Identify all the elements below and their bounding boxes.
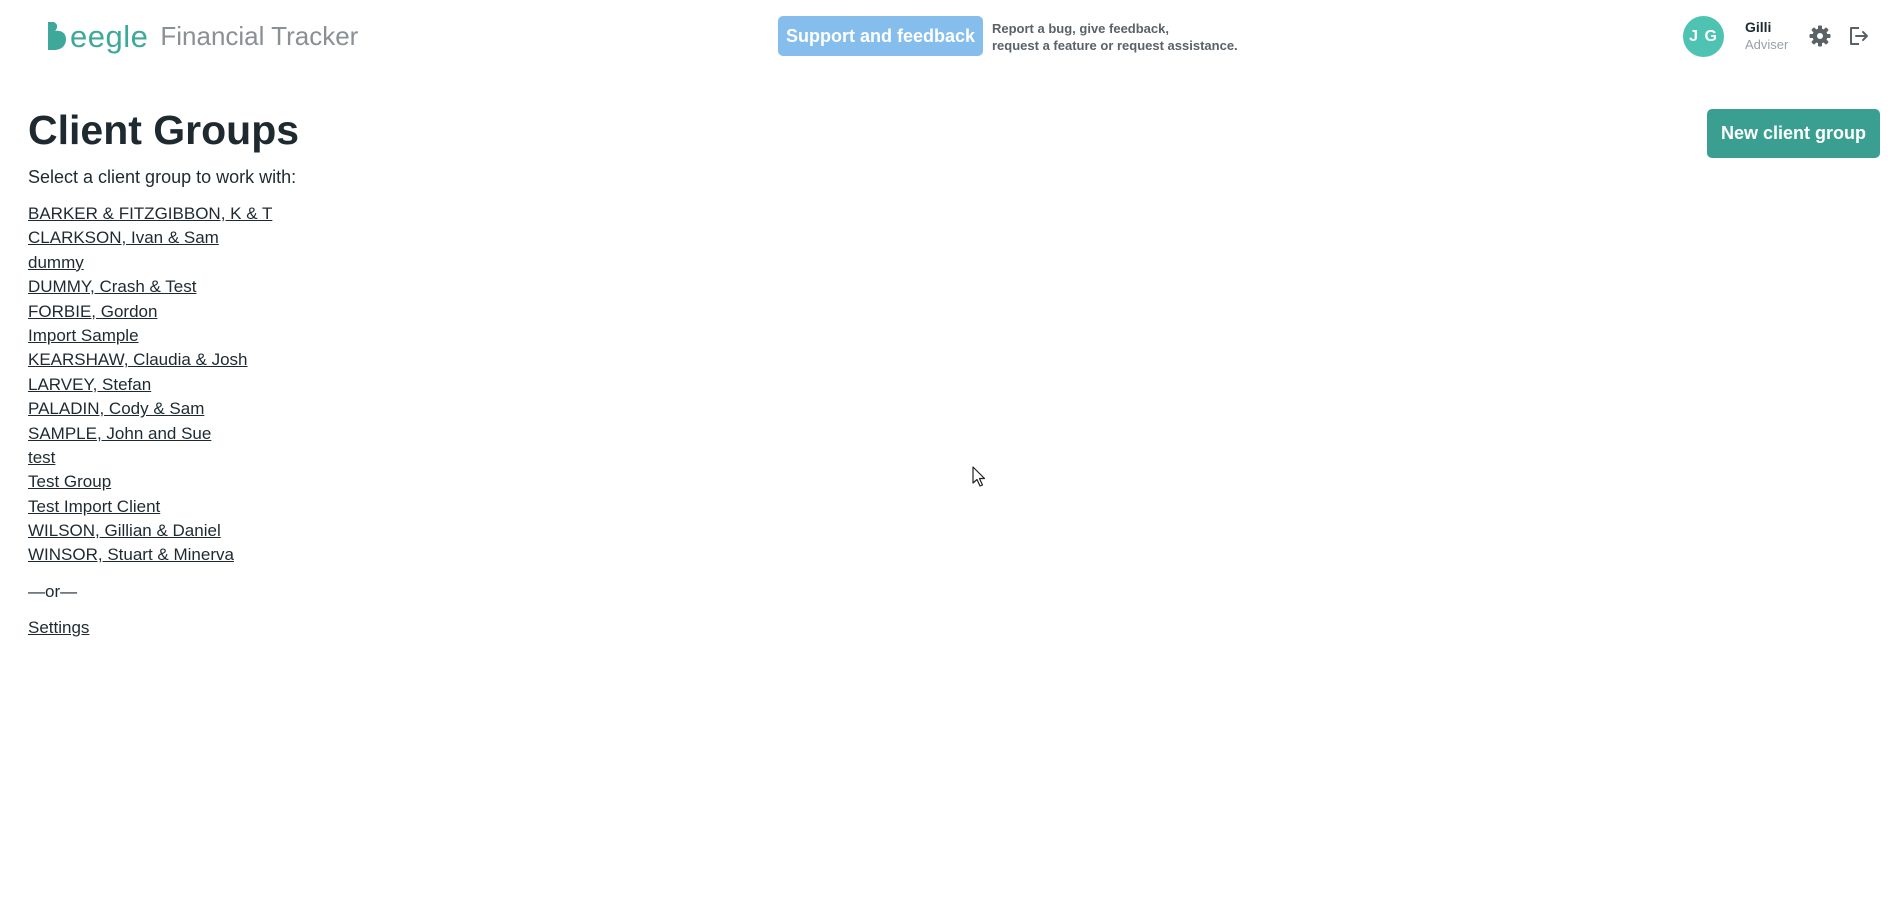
logo-mark-icon: [48, 22, 66, 50]
settings-link[interactable]: Settings: [28, 618, 89, 637]
list-item: LARVEY, Stefan: [28, 373, 299, 397]
avatar[interactable]: J G: [1683, 16, 1724, 57]
list-item: SAMPLE, John and Sue: [28, 422, 299, 446]
gear-icon[interactable]: [1808, 24, 1832, 48]
page-subtitle: Select a client group to work with:: [28, 167, 297, 187]
client-group-link[interactable]: FORBIE, Gordon: [28, 302, 157, 321]
list-item: FORBIE, Gordon: [28, 300, 299, 324]
main-content: Client Groups Select a client group to w…: [28, 104, 299, 641]
list-item: Test Group: [28, 470, 299, 494]
client-group-list: BARKER & FITZGIBBON, K & T CLARKSON, Iva…: [28, 202, 299, 568]
client-group-link[interactable]: dummy: [28, 253, 84, 272]
client-group-link[interactable]: Import Sample: [28, 326, 139, 345]
client-group-link[interactable]: BARKER & FITZGIBBON, K & T: [28, 204, 272, 223]
new-client-group-button[interactable]: New client group: [1707, 109, 1880, 158]
client-group-link[interactable]: WINSOR, Stuart & Minerva: [28, 545, 234, 564]
support-note-line-1: Report a bug, give feedback,: [992, 21, 1169, 36]
logout-icon[interactable]: [1846, 24, 1870, 48]
logo-text: eegle: [70, 18, 149, 54]
user-name: Gilli: [1745, 19, 1772, 35]
support-note: Report a bug, give feedback, request a f…: [992, 20, 1238, 54]
client-group-link[interactable]: CLARKSON, Ivan & Sam: [28, 228, 219, 247]
page-title: Client Groups: [28, 107, 300, 153]
list-item: Test Import Client: [28, 495, 299, 519]
client-group-link[interactable]: LARVEY, Stefan: [28, 375, 151, 394]
client-group-link[interactable]: Test Import Client: [28, 497, 160, 516]
list-item: KEARSHAW, Claudia & Josh: [28, 348, 299, 372]
list-item: BARKER & FITZGIBBON, K & T: [28, 202, 299, 226]
top-bar: eegle Financial Tracker Support and feed…: [0, 0, 1902, 72]
client-group-link[interactable]: test: [28, 448, 55, 467]
client-group-link[interactable]: Test Group: [28, 472, 111, 491]
mouse-cursor-icon: [972, 466, 986, 487]
list-item: test: [28, 446, 299, 470]
list-item: PALADIN, Cody & Sam: [28, 397, 299, 421]
support-note-line-2: request a feature or request assistance.: [992, 38, 1238, 53]
app-logo[interactable]: eegle Financial Tracker: [44, 18, 358, 54]
user-role: Adviser: [1745, 37, 1789, 52]
list-item: Import Sample: [28, 324, 299, 348]
list-item: DUMMY, Crash & Test: [28, 275, 299, 299]
client-group-link[interactable]: SAMPLE, John and Sue: [28, 424, 211, 443]
client-group-link[interactable]: WILSON, Gillian & Daniel: [28, 521, 221, 540]
list-item: dummy: [28, 251, 299, 275]
or-separator: —or—: [28, 581, 78, 601]
list-item: WINSOR, Stuart & Minerva: [28, 543, 299, 567]
client-group-link[interactable]: KEARSHAW, Claudia & Josh: [28, 350, 248, 369]
client-group-link[interactable]: PALADIN, Cody & Sam: [28, 399, 204, 418]
list-item: WILSON, Gillian & Daniel: [28, 519, 299, 543]
settings-row: Settings: [28, 616, 299, 641]
app-name: Financial Tracker: [160, 21, 359, 51]
client-group-link[interactable]: DUMMY, Crash & Test: [28, 277, 196, 296]
support-feedback-button[interactable]: Support and feedback: [778, 16, 983, 56]
list-item: CLARKSON, Ivan & Sam: [28, 226, 299, 250]
